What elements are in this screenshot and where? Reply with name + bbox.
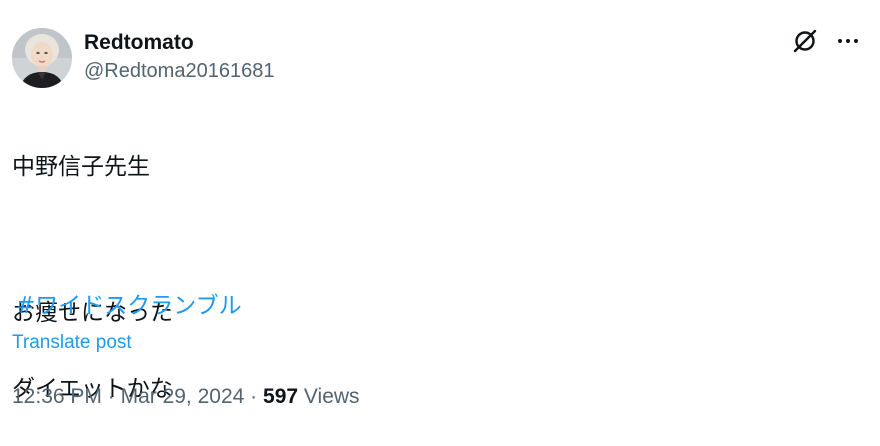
avatar[interactable]	[12, 28, 72, 88]
post-meta: 12:36 PM · Mar 29, 2024 · 597 Views	[12, 383, 360, 411]
meta-separator: ·	[107, 385, 115, 408]
user-info: Redtomato @Redtoma20161681	[84, 30, 274, 84]
views-count: 597	[263, 385, 299, 408]
post-date[interactable]: Mar 29, 2024	[121, 385, 245, 408]
meta-separator: ·	[250, 385, 258, 408]
views-label: Views	[303, 385, 360, 408]
translate-post-link[interactable]: Translate post	[12, 330, 132, 356]
post-time[interactable]: 12:36 PM	[12, 385, 102, 408]
post-line-blank	[12, 224, 173, 256]
hashtag-link[interactable]: #ワイドスクランブル	[16, 288, 242, 324]
more-horizontal-icon[interactable]	[836, 29, 860, 53]
post-line: 中野信子先生	[12, 154, 150, 180]
avatar-image	[12, 28, 72, 88]
user-handle[interactable]: @Redtoma20161681	[84, 58, 274, 84]
grok-slash-circle-icon[interactable]	[792, 28, 818, 54]
post-card: Redtomato @Redtoma20161681 中野信子先生 お痩せになっ…	[0, 0, 880, 429]
display-name[interactable]: Redtomato	[84, 30, 274, 56]
post-actions	[792, 28, 860, 54]
